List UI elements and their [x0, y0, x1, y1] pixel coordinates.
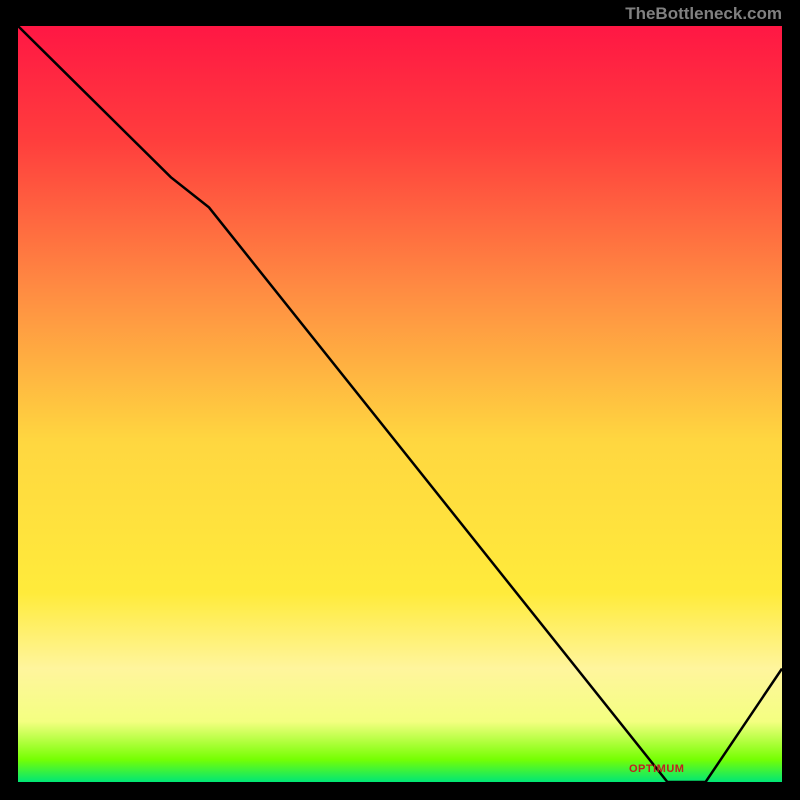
attribution-text: TheBottleneck.com: [625, 4, 782, 24]
optimum-label: OPTIMUM: [629, 763, 684, 775]
bottleneck-chart: [18, 26, 782, 782]
chart-container: OPTIMUM: [18, 26, 782, 782]
